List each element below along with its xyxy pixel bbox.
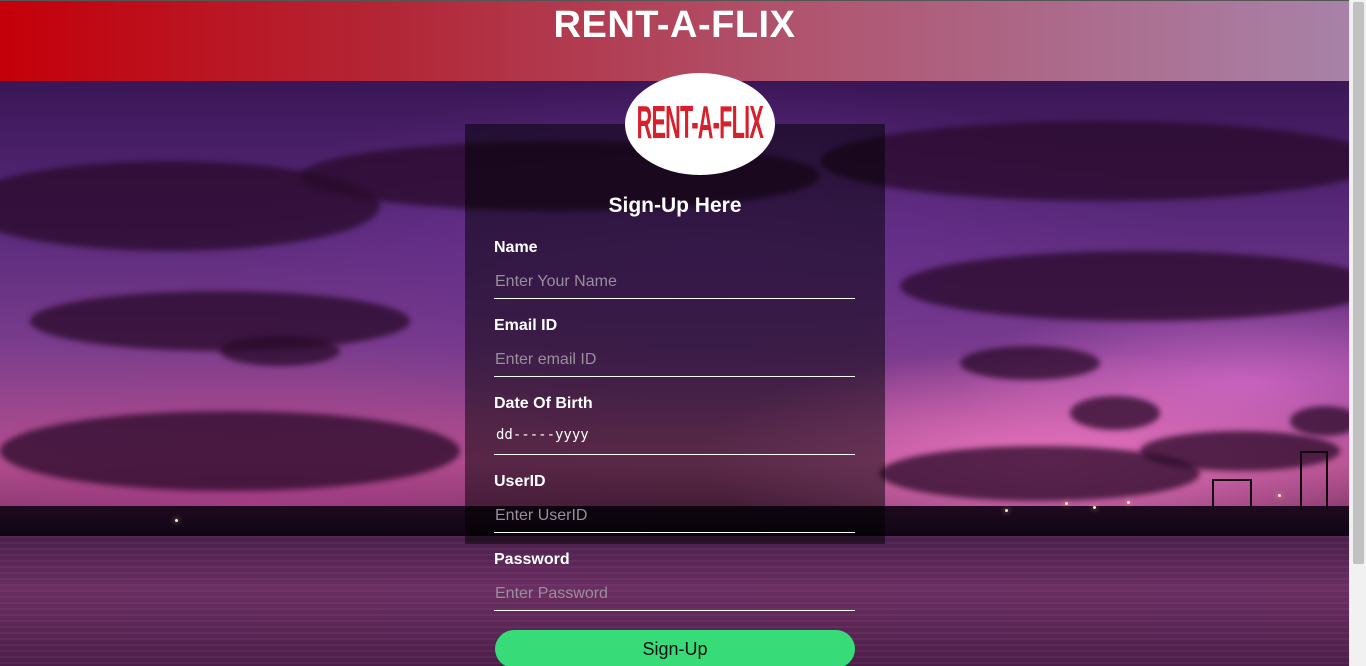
cloud xyxy=(820,121,1349,201)
city-light xyxy=(1127,501,1130,504)
email-field-group: Email ID xyxy=(494,317,855,377)
name-input[interactable] xyxy=(494,259,855,299)
city-light xyxy=(1093,506,1096,509)
userid-field-group: UserID xyxy=(494,473,855,533)
userid-input[interactable] xyxy=(494,493,855,533)
site-title: RENT-A-FLIX xyxy=(553,4,796,46)
form-title: Sign-Up Here xyxy=(608,194,742,217)
harbor-crane xyxy=(1300,451,1328,509)
cloud xyxy=(1070,396,1160,430)
city-light xyxy=(1005,509,1008,512)
signup-button[interactable]: Sign-Up xyxy=(495,630,855,666)
name-label: Name xyxy=(494,239,538,256)
cloud xyxy=(30,291,410,351)
page: RENT-A-FLIX RENT-A-FLIX Sign-Up Here Nam… xyxy=(0,0,1349,666)
header-banner: RENT-A-FLIX xyxy=(0,1,1349,81)
vertical-scrollbar[interactable] xyxy=(1349,0,1366,666)
password-input[interactable] xyxy=(494,571,855,611)
dob-label: Date Of Birth xyxy=(494,395,593,412)
scrollbar-thumb[interactable] xyxy=(1353,2,1364,564)
logo: RENT-A-FLIX xyxy=(625,73,775,175)
cloud xyxy=(0,411,460,491)
city-light xyxy=(175,519,178,522)
dob-field-group: Date Of Birth dd-----yyyy xyxy=(494,395,855,455)
cloud xyxy=(880,446,1200,501)
email-input[interactable] xyxy=(494,337,855,377)
logo-text: RENT-A-FLIX xyxy=(636,97,764,149)
password-field-group: Password xyxy=(494,551,855,611)
userid-label: UserID xyxy=(494,473,546,490)
cloud xyxy=(220,336,340,366)
email-label: Email ID xyxy=(494,317,558,334)
city-light xyxy=(1278,494,1281,497)
name-field-group: Name xyxy=(494,239,855,299)
cloud xyxy=(960,346,1100,380)
password-label: Password xyxy=(494,551,570,568)
city-light xyxy=(1065,502,1068,505)
harbor-crane xyxy=(1212,479,1252,509)
dob-input[interactable]: dd-----yyyy xyxy=(494,415,855,455)
